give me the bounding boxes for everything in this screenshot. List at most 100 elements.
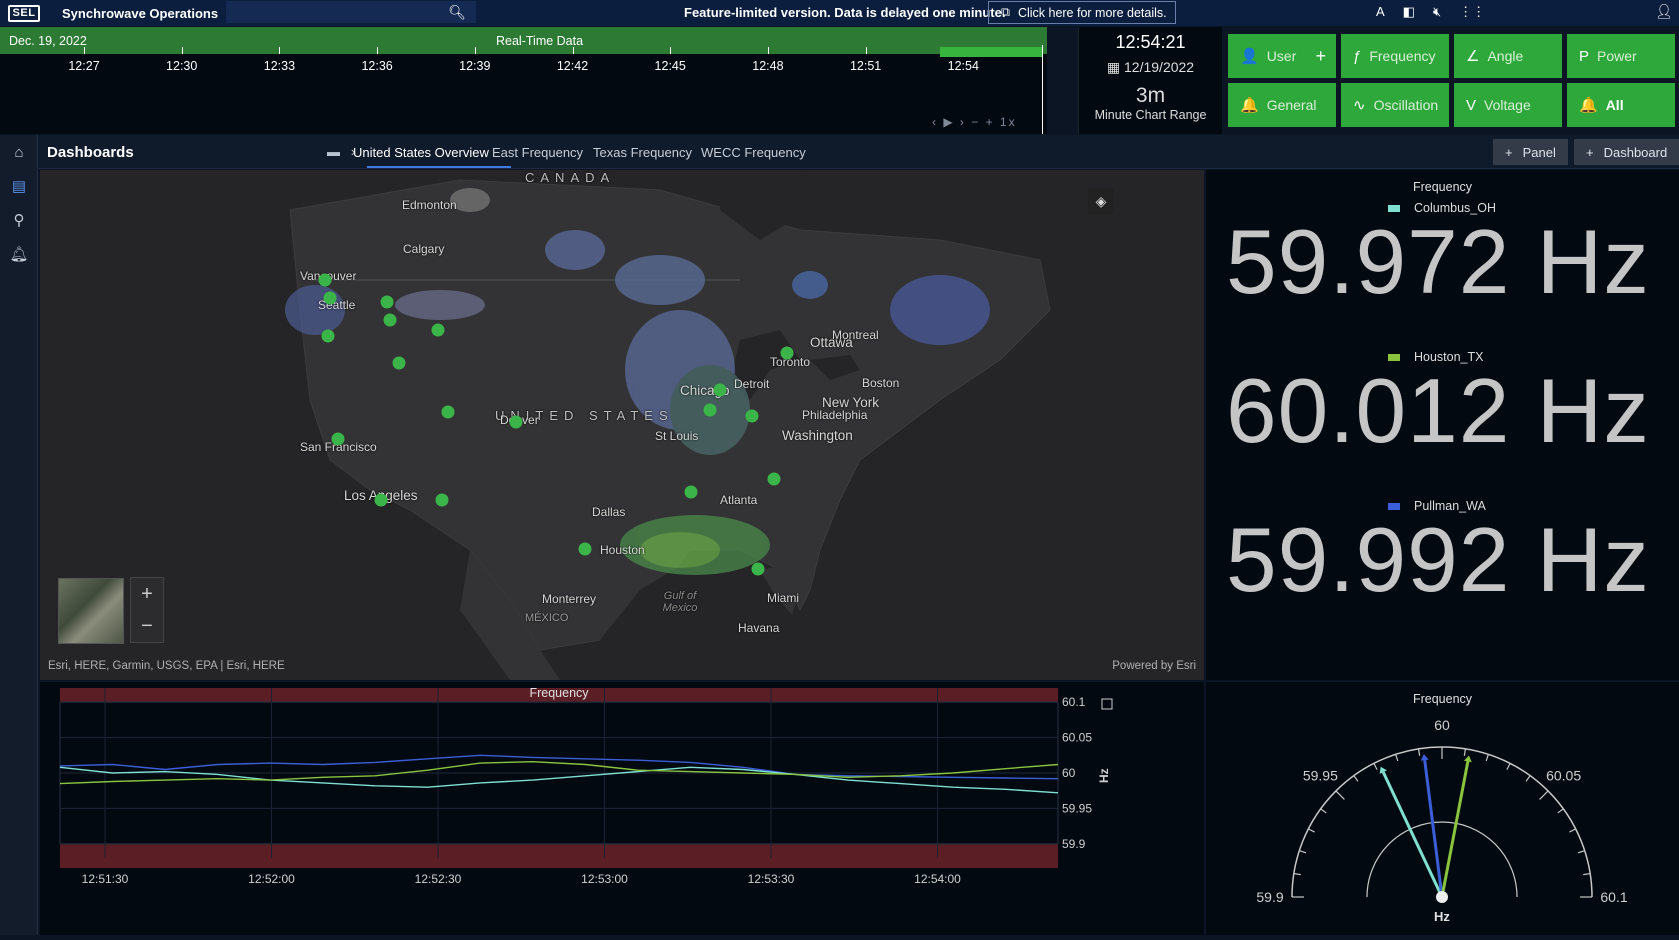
search-input[interactable]: 🔍︎ xyxy=(226,1,476,23)
pmu-station-marker[interactable] xyxy=(780,346,794,360)
filter-all-button[interactable]: 🔔 All xyxy=(1567,83,1675,127)
map-pin-icon[interactable]: ⚲ xyxy=(0,203,38,237)
timeline-tick xyxy=(865,47,867,54)
gauge-needle-head xyxy=(1420,754,1429,761)
pmu-station-marker[interactable] xyxy=(392,356,406,370)
pmu-station-marker[interactable] xyxy=(431,323,445,337)
font-size-icon[interactable]: A xyxy=(1376,4,1385,20)
gauge-tick xyxy=(1308,828,1315,833)
folder-icon[interactable]: ▬ xyxy=(327,144,340,159)
user-icon[interactable]: 👤︎ xyxy=(1655,3,1673,20)
filter-angle-button[interactable]: ∠ Angle xyxy=(1454,34,1562,78)
chart-range-label: Minute Chart Range xyxy=(1094,108,1207,122)
timeline-date: Dec. 19, 2022 xyxy=(9,34,87,48)
tab-wecc-frequency[interactable]: WECC Frequency xyxy=(701,145,806,160)
x-tick-label: 12:52:30 xyxy=(415,872,462,886)
search-icon[interactable]: 🔍︎ xyxy=(448,4,466,21)
zoom-out-button[interactable]: − xyxy=(131,610,163,642)
frequency-gauge-panel[interactable]: Frequency 59.9 59.95 60 60.05 60.1 Hz xyxy=(1206,682,1679,935)
pmu-station-marker[interactable] xyxy=(745,409,759,423)
add-dashboard-button[interactable]: + Dashboard xyxy=(1574,139,1679,165)
filter-voltage-button[interactable]: V Voltage xyxy=(1454,83,1562,127)
pmu-station-marker[interactable] xyxy=(767,472,781,486)
pmu-station-marker[interactable] xyxy=(380,295,394,309)
basemap-toggle[interactable] xyxy=(58,578,124,644)
bell-icon: 🔔 xyxy=(1579,97,1598,114)
readout-value: 59.972 Hz xyxy=(1226,212,1650,313)
pmu-station-marker[interactable] xyxy=(751,562,765,576)
layers-icon[interactable]: ◈ xyxy=(1088,188,1114,214)
timeline-time-label: 12:39 xyxy=(459,59,491,73)
pmu-station-marker[interactable] xyxy=(318,273,332,287)
gauge-tick xyxy=(1557,808,1564,814)
oscillation-icon: ∿ xyxy=(1353,97,1366,114)
breadcrumb[interactable]: ▬ › xyxy=(327,144,355,159)
filter-label: Power xyxy=(1597,48,1637,64)
map-label-mexico: MÉXICO xyxy=(525,612,569,624)
pmu-station-marker[interactable] xyxy=(441,405,455,419)
pmu-station-marker[interactable] xyxy=(435,493,449,507)
mute-icon[interactable]: 🔇︎ xyxy=(1433,4,1441,20)
gauge-tick xyxy=(1395,754,1399,762)
add-panel-button[interactable]: + Panel xyxy=(1493,139,1568,165)
dashboards-icon[interactable]: ▤ xyxy=(0,169,38,203)
timeline[interactable]: Dec. 19, 2022 Real-Time Data 12:27 12:30 1… xyxy=(0,27,1047,134)
timeline-controls[interactable]: ‹ ▶ › − + 1x xyxy=(932,115,1017,129)
pmu-station-marker[interactable] xyxy=(578,542,592,556)
pmu-station-marker[interactable] xyxy=(331,432,345,446)
timeline-tick xyxy=(767,47,769,54)
y-tick-label: 60 xyxy=(1062,766,1076,780)
tab-texas-frequency[interactable]: Texas Frequency xyxy=(593,145,692,160)
filter-user-button[interactable]: 👤 User + xyxy=(1228,34,1336,78)
bell-icon: 🔔 xyxy=(1240,97,1259,114)
filter-label: Voltage xyxy=(1484,97,1531,113)
tab-united-states-overview[interactable]: United States Overview xyxy=(353,145,489,160)
filter-oscillation-button[interactable]: ∿ Oscillation xyxy=(1341,83,1449,127)
filter-frequency-button[interactable]: ƒ Frequency xyxy=(1341,34,1449,78)
pmu-station-marker[interactable] xyxy=(323,291,337,305)
timeline-time-label: 12:42 xyxy=(556,59,589,73)
clock-time: 12:54:21 xyxy=(1115,32,1186,52)
filter-label: General xyxy=(1266,97,1317,113)
pmu-station-marker[interactable] xyxy=(509,415,523,429)
pmu-station-marker[interactable] xyxy=(383,313,397,327)
plus-icon[interactable]: + xyxy=(1315,46,1326,67)
alarm-bell-icon[interactable]: 🔔︎ xyxy=(0,237,38,271)
pmu-station-marker[interactable] xyxy=(321,329,335,343)
pmu-station-marker[interactable] xyxy=(703,403,717,417)
map-panel[interactable]: CANADA UNITED STATES MÉXICO Edmonton Calg… xyxy=(40,170,1204,680)
calendar-icon: ▦ xyxy=(1106,59,1121,75)
timeline-window[interactable] xyxy=(940,47,1042,57)
more-details-link[interactable]: ⧉ Click here for more details. xyxy=(988,1,1176,24)
map-city-label: Boston xyxy=(862,376,900,390)
lower-alarm-band xyxy=(60,843,1058,868)
pmu-station-marker[interactable] xyxy=(713,383,727,397)
side-nav: ⌂ ▤ ⚲ 🔔︎ xyxy=(0,135,38,935)
gauge-tick xyxy=(1299,850,1307,854)
chart-range[interactable]: 3m xyxy=(1079,84,1222,108)
gauge-tick xyxy=(1583,872,1591,876)
filter-power-button[interactable]: P Power xyxy=(1567,34,1675,78)
map-powered-by: Powered by Esri xyxy=(1112,660,1196,672)
filter-general-button[interactable]: 🔔 General xyxy=(1228,83,1336,127)
panel-toggle-icon[interactable]: ◧ xyxy=(1403,4,1415,20)
frequency-chart-panel[interactable]: Frequency 59.9 59.95 60 60.05 60.1 Hz 12:51:30 1… xyxy=(40,682,1204,935)
zoom-control: + − xyxy=(130,577,164,643)
timeline-cursor[interactable] xyxy=(1042,45,1043,134)
x-tick-label: 12:52:00 xyxy=(248,872,295,886)
tab-east-frequency[interactable]: East Frequency xyxy=(492,145,583,160)
grid-menu-icon[interactable]: ⋮⋮ xyxy=(1459,4,1485,20)
timeline-time-label: 12:30 xyxy=(166,59,198,73)
plus-icon: + xyxy=(1505,144,1513,160)
angle-icon: ∠ xyxy=(1466,48,1480,65)
home-icon[interactable]: ⌂ xyxy=(0,135,38,169)
map-city-label: St Louis xyxy=(655,429,699,443)
zoom-in-button[interactable]: + xyxy=(131,578,163,610)
user-icon: 👤 xyxy=(1240,48,1259,65)
y-axis-label: Hz xyxy=(1097,768,1111,783)
filter-label: Oscillation xyxy=(1373,97,1439,113)
pmu-station-marker[interactable] xyxy=(374,493,388,507)
map-city-label: Montreal xyxy=(832,328,879,342)
pmu-station-marker[interactable] xyxy=(684,485,698,499)
timeline-time-label: 12:33 xyxy=(263,59,296,73)
